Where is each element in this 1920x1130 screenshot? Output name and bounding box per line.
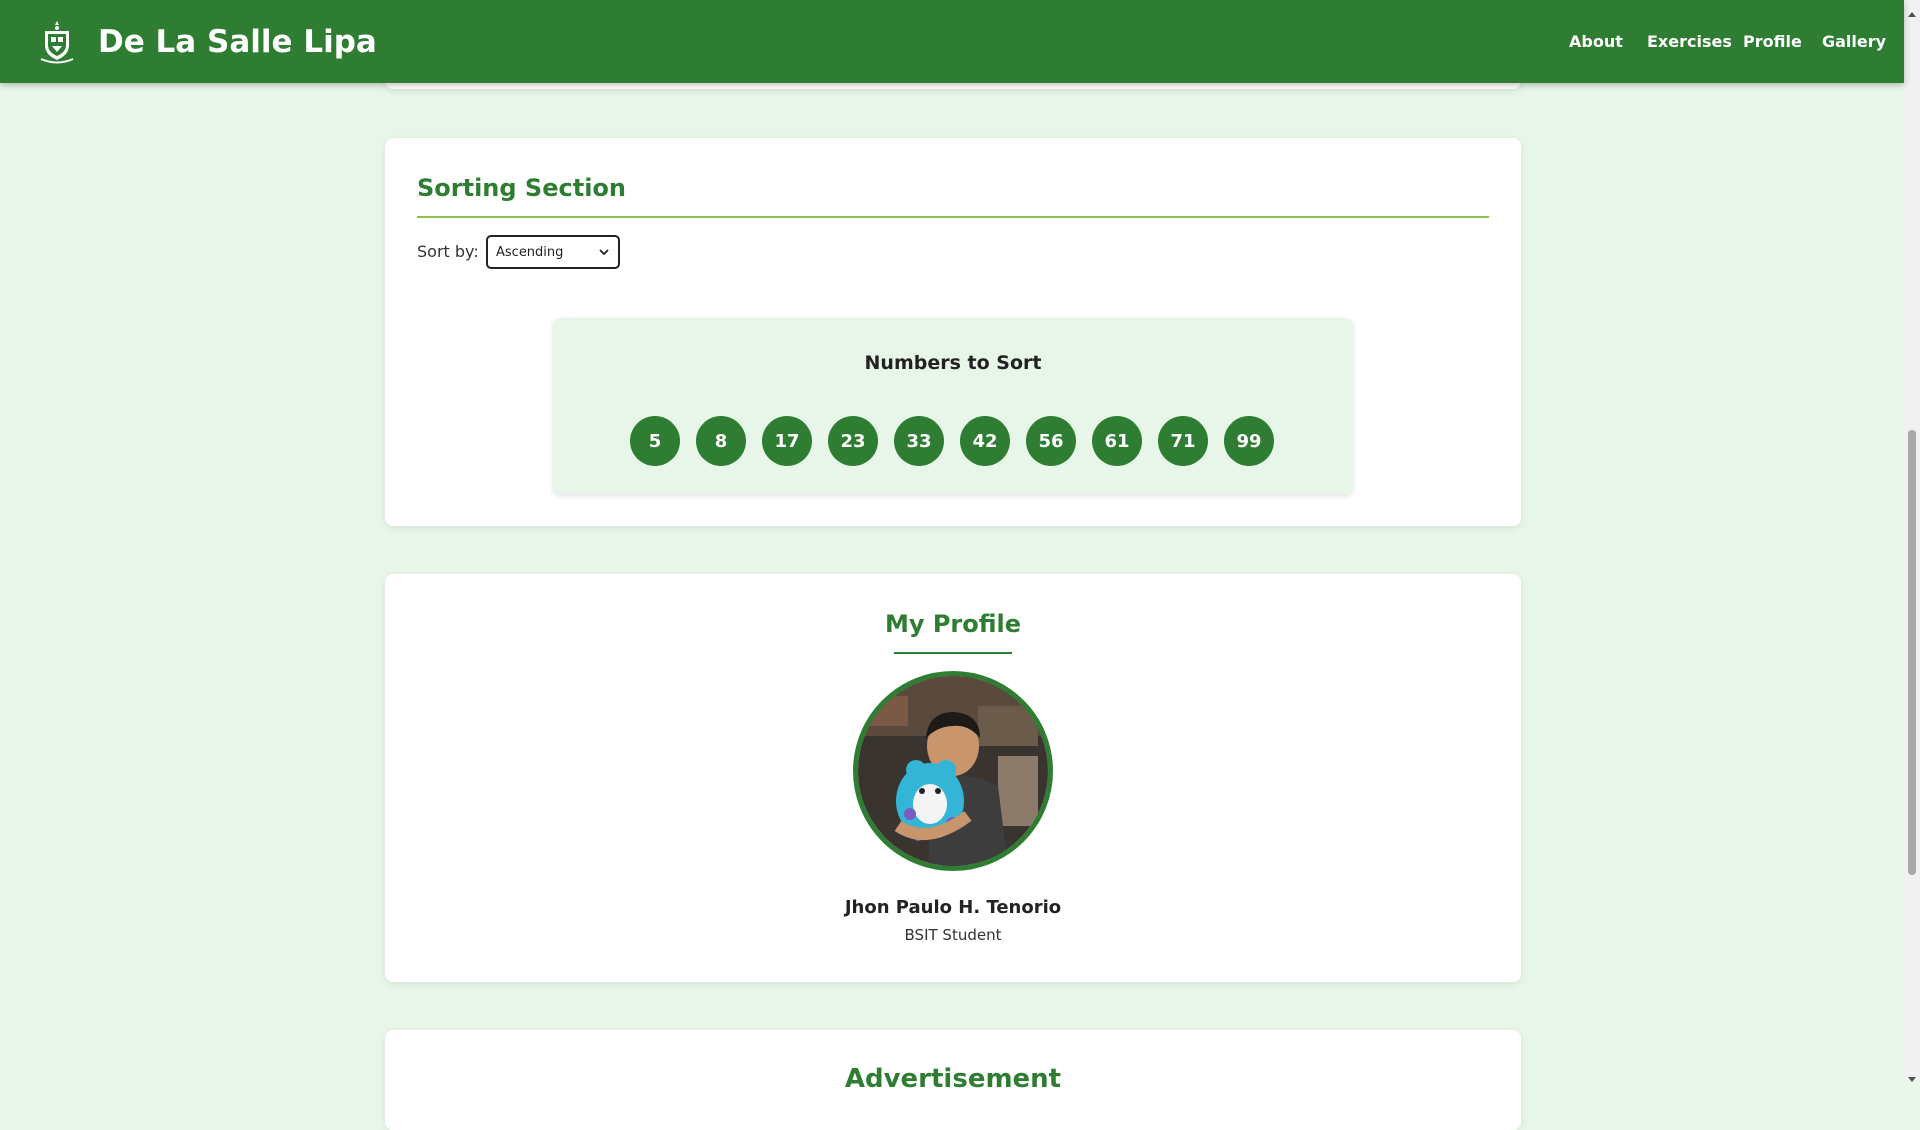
brand-name[interactable]: De La Salle Lipa bbox=[98, 22, 377, 62]
profile-section-title: My Profile bbox=[884, 610, 1022, 638]
scroll-down-arrow-icon[interactable] bbox=[1908, 1068, 1916, 1082]
sort-order-select[interactable]: Ascending bbox=[486, 235, 620, 269]
advertisement-section: Advertisement bbox=[385, 1030, 1521, 1130]
profile-name: Jhon Paulo H. Tenorio bbox=[844, 897, 1062, 918]
top-navbar: De La Salle Lipa About Exercises Profile… bbox=[0, 0, 1904, 83]
number-chip: 8 bbox=[696, 416, 746, 466]
number-chip: 61 bbox=[1092, 416, 1142, 466]
advertisement-title: Advertisement bbox=[844, 1064, 1062, 1094]
number-chip: 23 bbox=[828, 416, 878, 466]
sort-by-label: Sort by: bbox=[417, 242, 479, 261]
scrollbar-thumb[interactable] bbox=[1908, 430, 1916, 875]
profile-section: My Profile Jhon Paulo H. Tenorio BSIT St… bbox=[385, 574, 1521, 982]
profile-title-underline bbox=[894, 652, 1012, 654]
number-chip: 99 bbox=[1224, 416, 1274, 466]
page-scrollbar[interactable] bbox=[1904, 0, 1920, 1082]
number-chip: 42 bbox=[960, 416, 1010, 466]
profile-avatar bbox=[853, 671, 1053, 871]
numbers-to-sort-title: Numbers to Sort bbox=[864, 352, 1042, 374]
number-chip: 17 bbox=[762, 416, 812, 466]
sorting-section: Sorting Section Sort by: Ascending Numbe… bbox=[385, 138, 1521, 526]
nav-link-exercises[interactable]: Exercises bbox=[1647, 30, 1732, 54]
sorting-section-title: Sorting Section bbox=[417, 174, 626, 202]
profile-role: BSIT Student bbox=[904, 926, 1002, 944]
numbers-to-sort-panel: Numbers to Sort 5 8 17 23 33 42 56 61 71… bbox=[553, 318, 1353, 494]
chevron-down-icon bbox=[598, 246, 610, 258]
scroll-up-arrow-icon[interactable] bbox=[1908, 4, 1916, 17]
school-crest-icon[interactable] bbox=[36, 19, 78, 65]
number-chip: 56 bbox=[1026, 416, 1076, 466]
nav-link-gallery[interactable]: Gallery bbox=[1822, 30, 1886, 54]
nav-link-about[interactable]: About bbox=[1569, 30, 1623, 54]
sort-order-selected-value: Ascending bbox=[496, 244, 564, 260]
section-divider bbox=[417, 216, 1489, 218]
number-chip: 33 bbox=[894, 416, 944, 466]
number-chip: 5 bbox=[630, 416, 680, 466]
number-chip: 71 bbox=[1158, 416, 1208, 466]
nav-link-profile[interactable]: Profile bbox=[1743, 30, 1802, 54]
